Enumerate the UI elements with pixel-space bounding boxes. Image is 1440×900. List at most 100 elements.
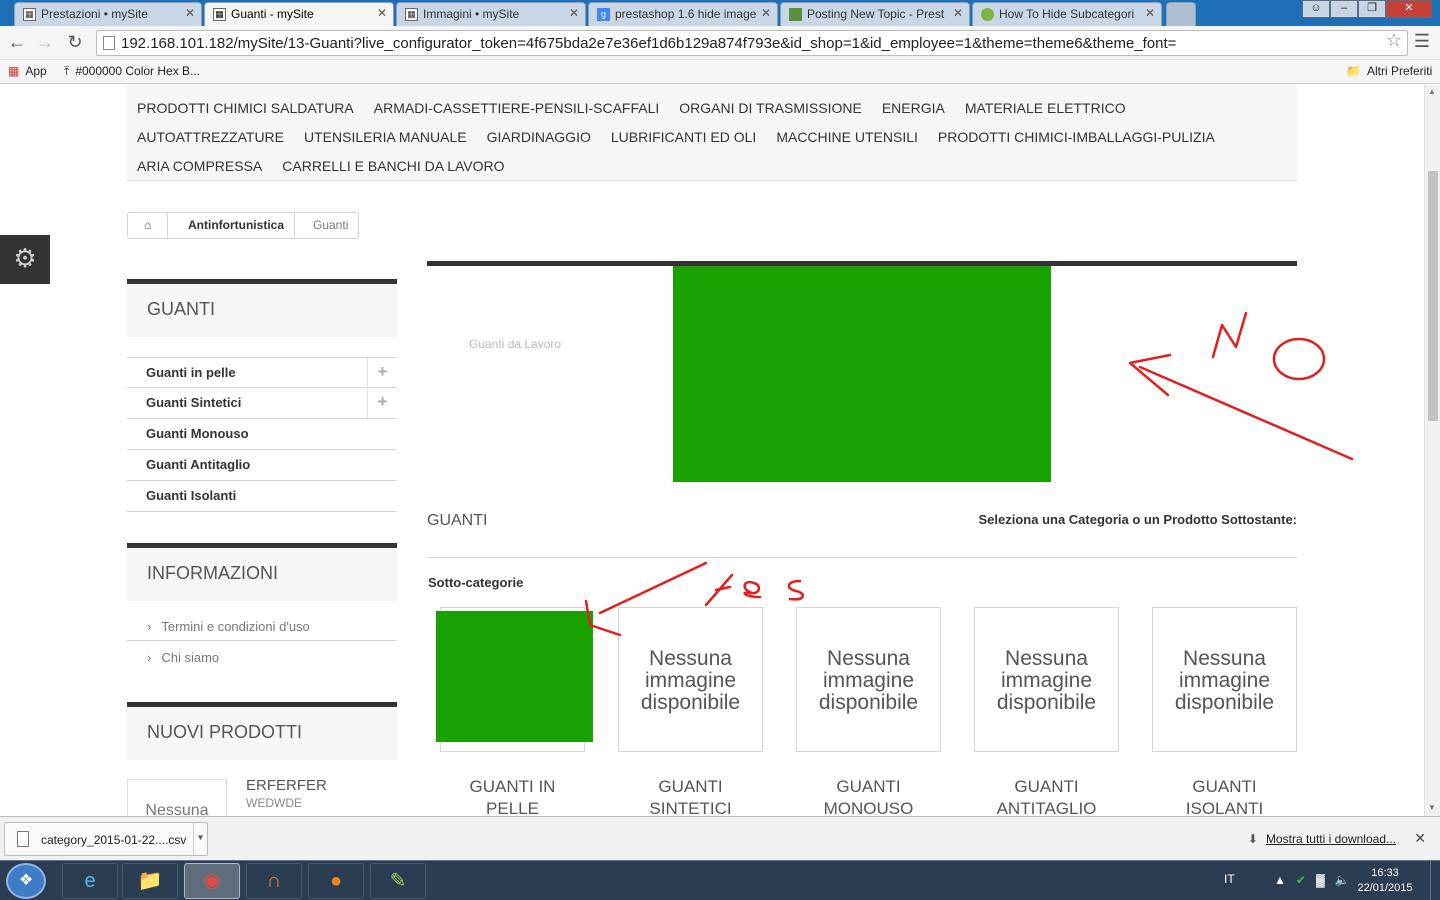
close-window-button[interactable]: ✕ xyxy=(1386,0,1432,18)
download-item[interactable]: category_2015-01-22....csv ▼ xyxy=(4,822,208,856)
reload-icon[interactable]: ↻ xyxy=(64,32,86,53)
home-icon[interactable]: ⌂ xyxy=(128,213,168,238)
close-tab-icon[interactable]: ✕ xyxy=(1145,6,1155,20)
close-tab-icon[interactable]: ✕ xyxy=(761,6,771,20)
gear-icon[interactable]: ⚙ xyxy=(0,235,50,284)
menu-item[interactable]: AUTOATTREZZATURE xyxy=(137,123,284,152)
subcategory-card[interactable]: Nessuna immagine disponibile GUANTI ANTI… xyxy=(974,607,1119,816)
chevron-down-icon[interactable]: ▼ xyxy=(193,823,207,855)
notepad-plus-icon[interactable]: ✎ xyxy=(370,863,426,899)
close-tab-icon[interactable]: ✕ xyxy=(185,6,195,20)
sidebar-item-label: Guanti Monouso xyxy=(146,426,249,441)
subcategory-name[interactable]: GUANTI SINTETICI xyxy=(618,776,763,816)
bookmark-apps[interactable]: ▦ App xyxy=(8,64,47,78)
subcategory-name-line: GUANTI xyxy=(658,777,723,796)
subcategories-title: Sotto-categorie xyxy=(428,575,524,590)
menu-item[interactable]: CARRELLI E BANCHI DA LAVORO xyxy=(282,152,504,181)
info-link-terms[interactable]: › Termini e condizioni d'uso xyxy=(127,610,397,641)
close-tab-icon[interactable]: ✕ xyxy=(377,6,387,20)
bookmark-star-icon[interactable]: ☆ xyxy=(1386,30,1402,51)
plus-icon[interactable]: + xyxy=(367,388,397,418)
start-button[interactable]: ❖ xyxy=(6,863,46,899)
no-image-placeholder[interactable]: Nessuna immagine disponibile xyxy=(618,607,763,752)
no-image-placeholder[interactable]: Nessuna immagine disponibile xyxy=(1152,607,1297,752)
scroll-thumb[interactable] xyxy=(1428,171,1438,421)
subcategory-image[interactable] xyxy=(436,607,593,752)
tab-title: How To Hide Subcategori xyxy=(999,7,1135,21)
close-icon[interactable]: ✕ xyxy=(1414,830,1426,847)
new-tab-button[interactable] xyxy=(1166,2,1196,26)
back-arrow-icon[interactable]: ← xyxy=(6,32,28,53)
scroll-down-icon[interactable]: ▼ xyxy=(1428,803,1436,812)
subcategory-name[interactable]: GUANTI ANTITAGLIO xyxy=(974,776,1119,816)
sidebar-item-guanti-monouso[interactable]: Guanti Monouso xyxy=(127,419,397,450)
language-indicator[interactable]: IT xyxy=(1224,872,1235,886)
sync-icon[interactable]: ✔ xyxy=(1296,873,1316,887)
menu-item[interactable]: GIARDINAGGIO xyxy=(487,123,591,152)
close-tab-icon[interactable]: ✕ xyxy=(953,6,963,20)
menu-item[interactable]: ARIA COMPRESSA xyxy=(137,152,262,181)
chevron-right-icon: › xyxy=(147,650,152,665)
address-bar[interactable]: 192.168.101.182/mySite/13-Guanti?live_co… xyxy=(96,30,1408,56)
vertical-scrollbar[interactable]: ▲ ▼ xyxy=(1424,85,1440,816)
subcategory-name[interactable]: GUANTI ISOLANTI xyxy=(1152,776,1297,816)
new-product-image[interactable]: Nessuna xyxy=(127,779,227,816)
menu-item[interactable]: UTENSILERIA MANUALE xyxy=(304,123,467,152)
sidebar-item-guanti-antitaglio[interactable]: Guanti Antitaglio xyxy=(127,450,397,481)
forward-arrow-icon[interactable]: → xyxy=(34,32,56,53)
file-explorer-icon[interactable]: 📁 xyxy=(122,863,178,899)
show-desktop-button[interactable] xyxy=(1430,861,1440,900)
no-image-placeholder[interactable]: Nessuna immagine disponibile xyxy=(796,607,941,752)
menu-item[interactable]: LUBRIFICANTI ED OLI xyxy=(611,123,756,152)
bookmark-label: App xyxy=(25,64,47,78)
subcategory-name[interactable]: GUANTI MONOUSO xyxy=(796,776,941,816)
close-tab-icon[interactable]: ✕ xyxy=(569,6,579,20)
subcategory-card[interactable]: Nessuna immagine disponibile GUANTI MONO… xyxy=(796,607,941,816)
firefox-icon[interactable]: ● xyxy=(308,863,364,899)
chevron-right-icon: › xyxy=(147,619,152,634)
subcategory-card[interactable]: Nessuna immagine disponibile GUANTI SINT… xyxy=(618,607,763,816)
subcategory-name[interactable]: GUANTI IN PELLE xyxy=(440,776,585,816)
tab-guanti[interactable]: ▦ Guanti - mySite ✕ xyxy=(204,2,394,26)
sidebar-item-guanti-sintetici[interactable]: Guanti Sintetici + xyxy=(127,388,397,419)
download-filename: category_2015-01-22....csv xyxy=(41,833,187,847)
show-all-downloads-link[interactable]: ⬇ Mostra tutti i download... xyxy=(1248,832,1396,846)
xampp-icon[interactable]: ∩ xyxy=(246,863,302,899)
info-link-about[interactable]: › Chi siamo xyxy=(127,641,397,672)
tab-immagini[interactable]: ▦ Immagini • mySite ✕ xyxy=(396,2,586,26)
menu-item[interactable]: ORGANI DI TRASMISSIONE xyxy=(679,94,862,123)
other-bookmarks[interactable]: 📁 Altri Preferiti xyxy=(1346,64,1432,78)
internet-explorer-icon[interactable]: e xyxy=(62,863,118,899)
info-links: › Termini e condizioni d'uso › Chi siamo xyxy=(127,610,397,672)
menu-item[interactable]: ARMADI-CASSETTIERE-PENSILI-SCAFFALI xyxy=(374,94,660,123)
sidebar-item-guanti-isolanti[interactable]: Guanti Isolanti xyxy=(127,481,397,512)
new-product-desc: WEDWDE xyxy=(246,796,302,810)
menu-item[interactable]: MACCHINE UTENSILI xyxy=(776,123,918,152)
tab-hide-subcategories[interactable]: How To Hide Subcategori ✕ xyxy=(972,2,1162,26)
minimize-button[interactable]: – xyxy=(1330,0,1358,18)
clock[interactable]: 16:33 22/01/2015 xyxy=(1350,866,1420,896)
menu-item[interactable]: ENERGIA xyxy=(882,94,945,123)
menu-item[interactable]: PRODOTTI CHIMICI-IMBALLAGGI-PULIZIA xyxy=(938,123,1215,152)
network-icon[interactable]: ▓ xyxy=(1316,873,1335,887)
menu-item[interactable]: PRODOTTI CHIMICI SALDATURA xyxy=(137,94,354,123)
tab-prestazioni[interactable]: ▦ Prestazioni • mySite ✕ xyxy=(14,2,202,26)
subcategory-card[interactable]: Nessuna immagine disponibile GUANTI ISOL… xyxy=(1152,607,1297,816)
scroll-up-icon[interactable]: ▲ xyxy=(1428,87,1436,96)
user-icon[interactable]: ☺ xyxy=(1302,0,1330,18)
menu-item[interactable]: MATERIALE ELETTRICO xyxy=(965,94,1126,123)
breadcrumb-item[interactable]: Antinfortunistica xyxy=(168,213,295,238)
tab-posting-topic[interactable]: Posting New Topic - Prest ✕ xyxy=(780,2,970,26)
no-image-placeholder[interactable]: Nessuna immagine disponibile xyxy=(974,607,1119,752)
windows-taskbar: ❖ e 📁 ◉ ∩ ● ✎ IT ▲✔▓🔈 16:33 22/01/2015 xyxy=(0,860,1440,900)
maximize-button[interactable]: ❐ xyxy=(1358,0,1386,18)
new-product-name[interactable]: ERFERFER xyxy=(246,777,327,794)
subcategory-card[interactable]: GUANTI IN PELLE xyxy=(436,607,593,816)
arrow-up-icon[interactable]: ▲ xyxy=(1274,873,1296,887)
tab-prestashop-search[interactable]: g prestashop 1.6 hide image ✕ xyxy=(588,2,778,26)
chrome-icon[interactable]: ◉ xyxy=(184,863,240,899)
plus-icon[interactable]: + xyxy=(367,358,397,388)
sidebar-item-guanti-in-pelle[interactable]: Guanti in pelle + xyxy=(127,357,397,388)
menu-icon[interactable]: ☰ xyxy=(1414,31,1430,52)
bookmark-color-hex[interactable]: ⤒ #000000 Color Hex B... xyxy=(64,64,200,79)
